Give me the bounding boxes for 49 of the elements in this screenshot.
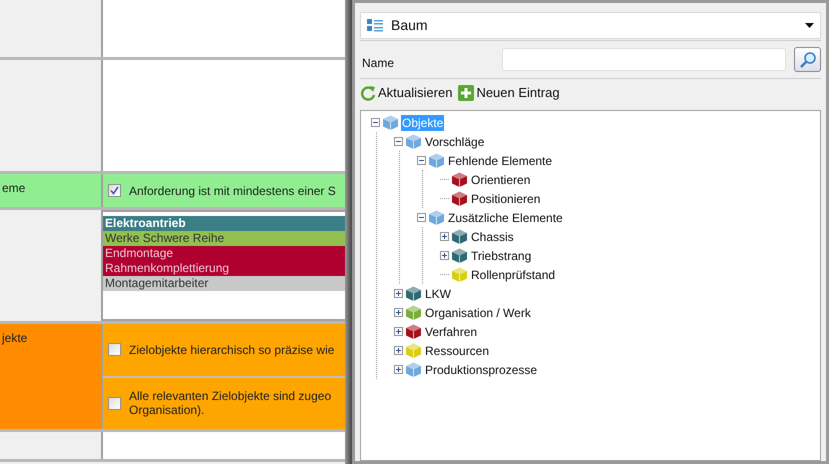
search-button[interactable] <box>794 47 821 72</box>
checkbox[interactable] <box>108 343 121 356</box>
checkbox[interactable] <box>108 396 121 410</box>
list-item[interactable]: Rahmenkomplettierung <box>103 261 345 276</box>
expand-icon[interactable] <box>394 365 403 374</box>
new-entry-button[interactable]: Neuen Eintrag <box>458 82 560 102</box>
list-item[interactable]: Montagemitarbeiter <box>103 276 345 291</box>
list-box[interactable]: Elektroantrieb Werke Schwere Reihe Endmontage Rahmenkomplettierung Montagemitarbeiter <box>103 210 345 321</box>
tree-item[interactable]: Positionieren <box>470 190 542 206</box>
tree-item[interactable]: Fehlende Elemente <box>447 152 554 168</box>
collapse-icon[interactable] <box>371 118 380 127</box>
tree-item[interactable]: Ressourcen <box>424 342 490 358</box>
tree-item[interactable]: Chassis <box>470 228 515 244</box>
row-label: eme <box>2 181 26 195</box>
expand-icon[interactable] <box>394 308 403 317</box>
checkbox-label: Anforderung ist mit mindestens einer S <box>129 184 336 198</box>
list-item[interactable]: Elektroantrieb <box>103 216 345 231</box>
tree-item[interactable]: Zusätzliche Elemente <box>447 210 564 226</box>
list-item[interactable]: Werke Schwere Reihe <box>103 231 345 246</box>
refresh-icon <box>360 84 376 100</box>
plus-icon <box>458 84 474 100</box>
refresh-button[interactable]: Aktualisieren <box>360 82 452 102</box>
tree-item[interactable]: Organisation / Werk <box>424 304 532 320</box>
expand-icon[interactable] <box>440 232 449 241</box>
list-item[interactable]: Endmontage <box>103 246 345 261</box>
expand-icon[interactable] <box>394 346 403 355</box>
checkbox-label: Zielobjekte hierarchisch so präzise wie <box>129 342 334 357</box>
row-label: jekte <box>2 331 28 345</box>
view-dropdown[interactable]: Baum <box>360 12 821 39</box>
tree-item[interactable]: Produktionsprozesse <box>424 362 538 378</box>
tree-item[interactable]: Verfahren <box>424 324 478 340</box>
tree-item[interactable]: Vorschläge <box>424 134 486 150</box>
search-icon <box>798 50 816 68</box>
checkbox[interactable] <box>108 184 121 197</box>
collapse-icon[interactable] <box>417 156 426 165</box>
tree-item[interactable]: Rollenprüfstand <box>470 266 556 282</box>
list-view-icon <box>367 19 383 32</box>
name-label: Name <box>361 54 396 72</box>
collapse-icon[interactable] <box>417 213 426 222</box>
tree-item[interactable]: Triebstrang <box>470 248 532 264</box>
expand-icon[interactable] <box>394 327 403 336</box>
dropdown-arrow-icon <box>805 23 814 28</box>
expand-icon[interactable] <box>440 251 449 260</box>
collapse-icon[interactable] <box>394 137 403 146</box>
checkbox-label: Alle relevanten Zielobjekte sind zugeo Organisation). <box>129 389 332 418</box>
expand-icon[interactable] <box>394 289 403 298</box>
tree-item[interactable]: Orientieren <box>470 172 532 188</box>
tree-item[interactable]: LKW <box>424 286 452 302</box>
name-field[interactable] <box>502 48 786 71</box>
